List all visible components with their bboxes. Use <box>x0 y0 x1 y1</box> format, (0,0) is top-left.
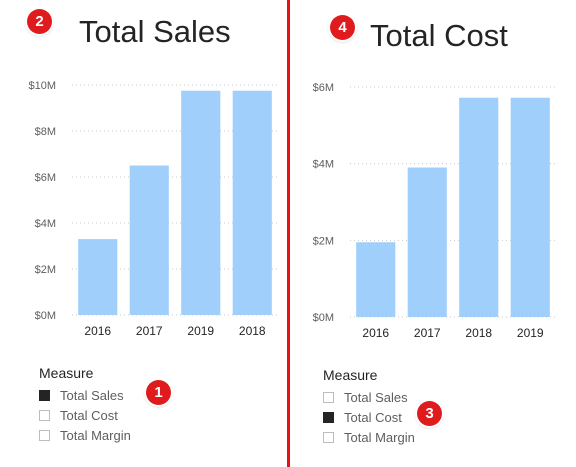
y-tick-label: $6M <box>35 172 56 184</box>
slicer-header: Measure <box>39 365 94 381</box>
y-tick-label: $10M <box>28 80 56 92</box>
slicer-option-total-margin[interactable]: Total Margin <box>323 427 415 447</box>
slicer-option-total-sales[interactable]: Total Sales <box>39 385 131 405</box>
y-tick-label: $4M <box>313 159 334 171</box>
checkbox[interactable] <box>39 429 50 441</box>
slicer-option-label: Total Margin <box>344 429 415 445</box>
slicer-option-total-sales[interactable]: Total Sales <box>323 387 415 407</box>
slicer-header: Measure <box>323 367 378 383</box>
y-tick-label: $4M <box>35 218 56 230</box>
slicer-option-label: Total Sales <box>60 387 124 403</box>
bar[interactable] <box>78 239 118 315</box>
slicer-option-label: Total Sales <box>344 389 408 405</box>
x-tick-label: 2019 <box>187 324 214 338</box>
checkbox[interactable] <box>323 391 334 403</box>
y-tick-label: $0M <box>35 310 56 322</box>
x-tick-label: 2019 <box>517 326 544 340</box>
callout-badge-3: 3 <box>417 401 442 426</box>
x-tick-label: 2018 <box>239 324 266 338</box>
checkbox[interactable] <box>323 431 334 443</box>
bar[interactable] <box>181 90 221 315</box>
slicer-option-label: Total Cost <box>344 409 402 425</box>
slicer-option-total-cost[interactable]: Total Cost <box>323 407 415 427</box>
cost-visual-panel: 4 Total Cost $0M $2M $4M $6M 2016 2017 2018 201… <box>290 0 576 467</box>
bar[interactable] <box>232 90 272 315</box>
slicer-option-total-margin[interactable]: Total Margin <box>39 425 131 445</box>
sales-bar-chart[interactable]: $0M $2M $4M $6M $8M $10M 2016 2017 2019 2018 <box>0 70 287 345</box>
x-tick-label: 2016 <box>84 324 111 338</box>
y-tick-label: $2M <box>35 264 56 276</box>
checkbox[interactable] <box>323 411 334 423</box>
cost-bar-chart[interactable]: $0M $2M $4M $6M 2016 2017 2018 2019 <box>290 72 576 347</box>
x-tick-label: 2018 <box>465 326 492 340</box>
y-tick-label: $2M <box>313 235 334 247</box>
y-tick-label: $8M <box>35 126 56 138</box>
bar[interactable] <box>407 167 447 318</box>
bar[interactable] <box>459 97 499 317</box>
checkbox[interactable] <box>39 389 50 401</box>
measure-slicer: Measure Total Sales Total Cost Total Mar… <box>323 367 415 447</box>
chart-title: Total Cost <box>370 18 508 53</box>
sales-visual-panel: 2 Total Sales $0M $2M $4M $6M $8M $10M 2016 201… <box>0 0 287 467</box>
y-tick-label: $6M <box>313 82 334 94</box>
bar[interactable] <box>129 165 169 316</box>
x-tick-label: 2017 <box>414 326 441 340</box>
slicer-option-label: Total Cost <box>60 407 118 423</box>
callout-badge-4: 4 <box>330 15 355 40</box>
slicer-option-label: Total Margin <box>60 427 131 443</box>
checkbox[interactable] <box>39 409 50 421</box>
x-tick-label: 2017 <box>136 324 163 338</box>
callout-badge-1: 1 <box>146 380 171 405</box>
bar[interactable] <box>356 242 396 317</box>
y-tick-label: $0M <box>313 312 334 324</box>
x-tick-label: 2016 <box>362 326 389 340</box>
measure-slicer: Measure Total Sales Total Cost Total Mar… <box>39 365 131 445</box>
slicer-option-total-cost[interactable]: Total Cost <box>39 405 131 425</box>
chart-title: Total Sales <box>79 14 231 49</box>
callout-badge-2: 2 <box>27 9 52 34</box>
bar[interactable] <box>510 97 550 317</box>
